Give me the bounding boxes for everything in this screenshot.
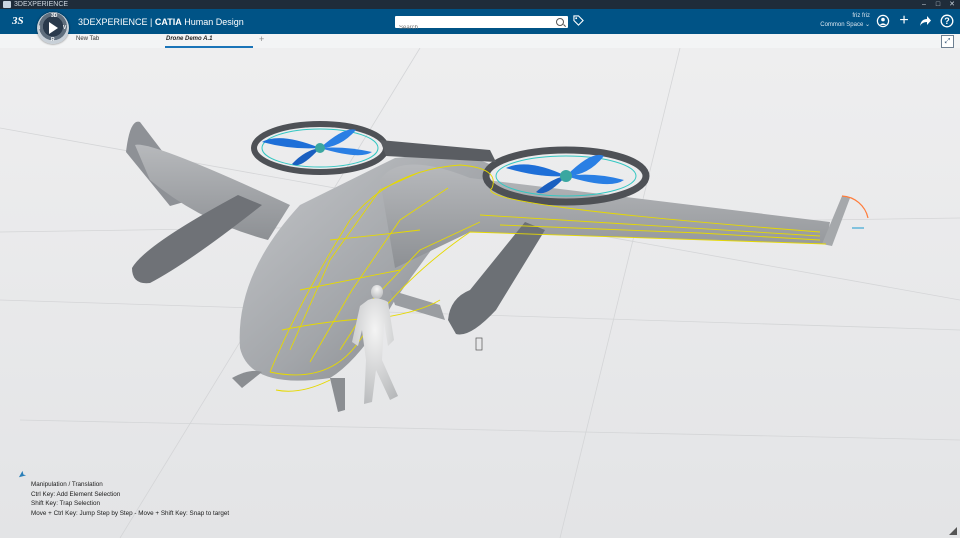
manipulator-icon bbox=[18, 470, 27, 478]
rotor-left bbox=[251, 121, 389, 175]
search-icon[interactable] bbox=[556, 18, 564, 26]
resize-grip-icon[interactable] bbox=[949, 527, 957, 535]
user-name: friz friz bbox=[852, 13, 870, 19]
compass-widget[interactable]: 3D i V R bbox=[37, 12, 69, 44]
landing-skid-left bbox=[330, 378, 345, 412]
close-window-button[interactable]: ✕ bbox=[946, 0, 958, 9]
command-hint: Manipulation / Translation Ctrl Key: Add… bbox=[31, 481, 230, 517]
window-title: 3DEXPERIENCE bbox=[14, 1, 69, 8]
add-icon[interactable]: + bbox=[897, 13, 911, 29]
dassault-logo-icon[interactable]: 3S bbox=[12, 15, 24, 27]
svg-text:?: ? bbox=[944, 16, 950, 26]
lower-strut bbox=[390, 290, 445, 320]
maximize-button[interactable]: □ bbox=[932, 0, 944, 9]
search-input[interactable] bbox=[395, 22, 549, 34]
tab-bar: New Tab Drone Demo A.1 + ⤢ bbox=[0, 34, 960, 49]
user-info[interactable]: friz friz Common Space ⌄ bbox=[820, 12, 870, 30]
model-scene[interactable] bbox=[0, 48, 960, 538]
minimize-button[interactable]: – bbox=[918, 0, 930, 9]
3d-viewport[interactable] bbox=[0, 48, 960, 538]
tab-new-tab[interactable]: New Tab bbox=[76, 36, 99, 42]
collaborative-space[interactable]: Common Space ⌄ bbox=[820, 21, 870, 30]
app-logo-icon bbox=[3, 1, 11, 8]
fullscreen-icon[interactable]: ⤢ bbox=[941, 35, 954, 48]
profile-icon[interactable] bbox=[876, 14, 890, 28]
tab-drone-demo[interactable]: Drone Demo A.1 bbox=[166, 36, 212, 42]
share-icon[interactable] bbox=[918, 14, 932, 28]
app-brand: 3DEXPERIENCE | CATIA Human Design bbox=[78, 17, 244, 27]
help-icon[interactable]: ? bbox=[940, 14, 954, 28]
add-tab-button[interactable]: + bbox=[259, 34, 264, 44]
window-titlebar: 3DEXPERIENCE – □ ✕ bbox=[0, 0, 960, 9]
play-icon[interactable] bbox=[49, 22, 58, 34]
tag-icon[interactable] bbox=[573, 15, 584, 26]
top-bar: 3S 3DEXPERIENCE | CATIA Human Design fri… bbox=[0, 9, 960, 34]
landing-skid-right bbox=[232, 370, 262, 388]
wingtip-fin bbox=[822, 196, 850, 246]
search-box[interactable] bbox=[395, 16, 568, 34]
right-nacelle bbox=[448, 222, 545, 335]
reference-marker bbox=[475, 337, 483, 351]
